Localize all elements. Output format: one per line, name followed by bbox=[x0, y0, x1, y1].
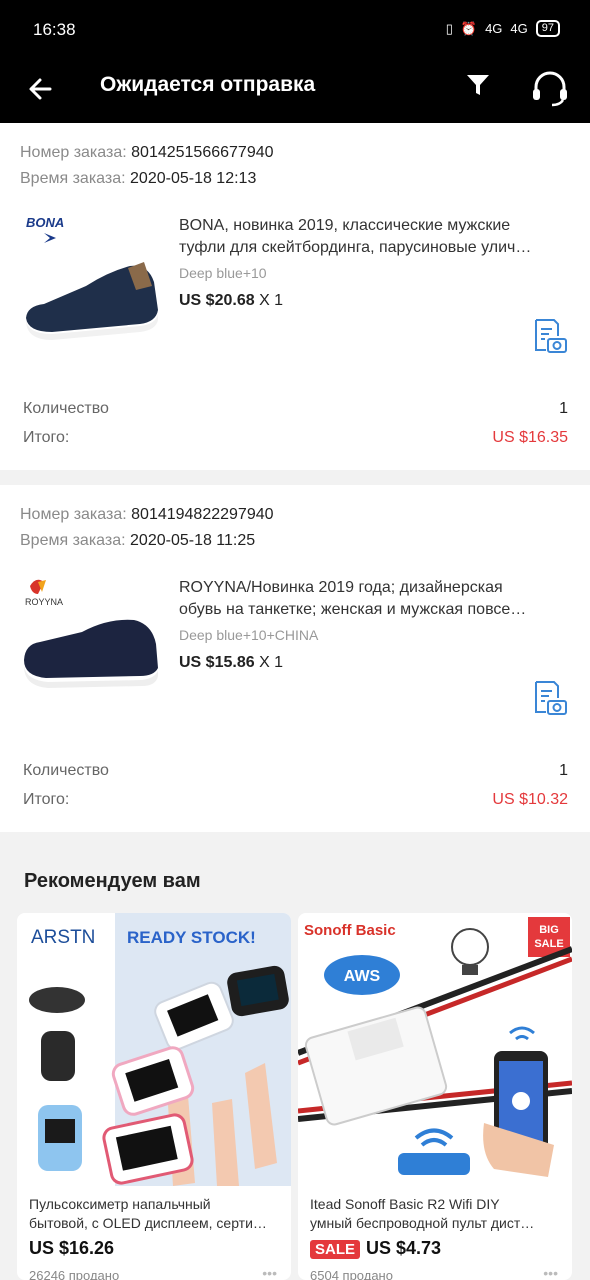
order-time-label: Время заказа: bbox=[20, 532, 126, 549]
order-number-value: 8014251566677940 bbox=[131, 144, 274, 161]
order-time-value: 2020-05-18 11:25 bbox=[130, 532, 256, 549]
document-camera-icon[interactable] bbox=[532, 318, 568, 354]
product-name: Itead Sonoff Basic R2 Wifi DIY умный бес… bbox=[310, 1196, 535, 1231]
image-badge-sale: SALE bbox=[534, 938, 563, 950]
product-price: US $15.86 X 1 bbox=[179, 654, 284, 671]
network-4g-icon-2: 4G bbox=[510, 21, 528, 36]
brand-logo: BONA bbox=[26, 215, 64, 230]
sold-count: 6504 продано bbox=[310, 1268, 393, 1280]
product-title[interactable]: ROYYNA/Новинка 2019 года; дизайнерская о… bbox=[179, 577, 569, 621]
product-thumbnail[interactable]: BONA bbox=[22, 210, 160, 348]
order-number-label: Номер заказа: bbox=[20, 506, 127, 523]
total-row: Итого: US $10.32 bbox=[23, 791, 568, 808]
brand-logo: ROYYNA bbox=[25, 597, 63, 607]
headset-support-icon[interactable] bbox=[530, 68, 570, 108]
app-bar: Ожидается отправка bbox=[0, 60, 590, 123]
sold-count: 26246 продано bbox=[29, 1268, 120, 1280]
product-title[interactable]: BONA, новинка 2019, классические мужские… bbox=[179, 215, 569, 259]
product-name: Пульсоксиметр напальчный бытовой, с OLED… bbox=[29, 1196, 267, 1231]
order-time-label: Время заказа: bbox=[20, 170, 126, 187]
order-time: Время заказа: 2020-05-18 11:25 bbox=[20, 532, 255, 550]
sale-badge: SALE bbox=[310, 1240, 361, 1259]
alarm-icon: ⏰ bbox=[460, 20, 478, 36]
image-brand-text: ARSTN bbox=[31, 927, 95, 948]
product-image-oximeter[interactable]: ARSTN READY STOCK! bbox=[17, 913, 291, 1186]
product-price: US $20.68 X 1 bbox=[179, 292, 284, 309]
status-bar: 16:38 ▯ ⏰ 4G 4G 97 bbox=[0, 0, 590, 60]
product-variant: Deep blue+10 bbox=[179, 265, 267, 281]
order-number: Номер заказа: 8014194822297940 bbox=[20, 506, 274, 524]
order-card[interactable]: Номер заказа: 8014251566677940 Время зак… bbox=[0, 123, 590, 470]
more-options-icon[interactable]: ••• bbox=[262, 1265, 277, 1280]
order-time-value: 2020-05-18 12:13 bbox=[130, 170, 257, 187]
recommend-title: Рекомендуем вам bbox=[24, 870, 201, 892]
order-number: Номер заказа: 8014251566677940 bbox=[20, 144, 274, 162]
product-card[interactable]: ARSTN READY STOCK! Пульсоксиметр напальч… bbox=[17, 913, 291, 1280]
product-thumbnail[interactable]: ROYYNA bbox=[22, 572, 160, 710]
back-arrow-icon[interactable] bbox=[24, 72, 58, 106]
quantity-row: Количество 1 bbox=[23, 762, 568, 779]
product-price: US $16.26 bbox=[29, 1238, 115, 1258]
page-title: Ожидается отправка bbox=[100, 73, 316, 96]
product-card[interactable]: Sonoff Basic BIG SALE AWS Itead Sonoff B… bbox=[298, 913, 572, 1280]
order-time: Время заказа: 2020-05-18 12:13 bbox=[20, 170, 256, 188]
vibrate-icon: ▯ bbox=[445, 20, 453, 36]
product-variant: Deep blue+10+CHINA bbox=[179, 627, 319, 643]
network-4g-icon: 4G bbox=[485, 21, 503, 36]
image-badge-big: BIG bbox=[539, 924, 559, 936]
status-time: 16:38 bbox=[33, 20, 76, 39]
document-camera-icon[interactable] bbox=[532, 680, 568, 716]
order-card[interactable]: Номер заказа: 8014194822297940 Время зак… bbox=[0, 485, 590, 832]
product-price: SALE US $4.73 bbox=[310, 1238, 441, 1259]
image-brand-text: Sonoff Basic bbox=[304, 922, 396, 939]
battery-icon: 97 bbox=[535, 20, 560, 37]
product-image-sonoff[interactable]: Sonoff Basic BIG SALE AWS bbox=[298, 913, 572, 1186]
total-row: Итого: US $16.35 bbox=[23, 429, 568, 446]
image-banner-text: READY STOCK! bbox=[127, 928, 256, 947]
status-icons: ▯ ⏰ 4G 4G 97 bbox=[446, 20, 560, 37]
quantity-row: Количество 1 bbox=[23, 400, 568, 417]
more-options-icon[interactable]: ••• bbox=[543, 1265, 558, 1280]
order-number-value: 8014194822297940 bbox=[131, 506, 274, 523]
order-number-label: Номер заказа: bbox=[20, 144, 127, 161]
filter-icon[interactable] bbox=[465, 72, 491, 98]
image-aws-text: AWS bbox=[344, 968, 381, 985]
